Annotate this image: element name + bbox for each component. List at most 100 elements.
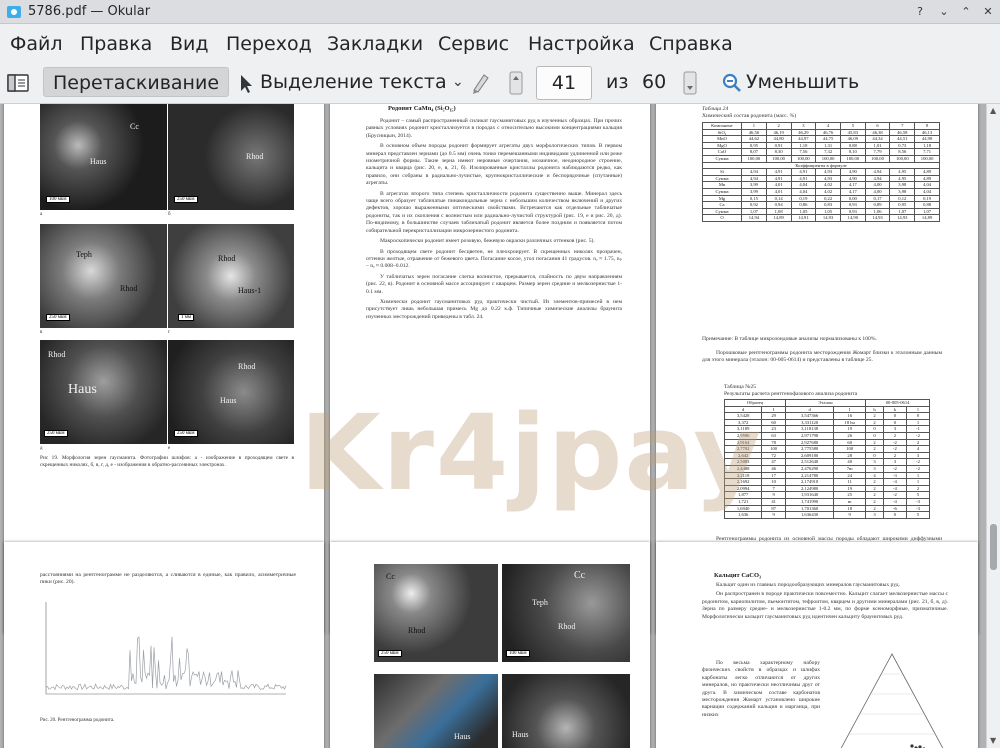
menu-edit[interactable]: Правка	[80, 33, 152, 55]
photo-b: Rhod 250 мкм	[168, 104, 294, 210]
scale-bar: 250 мкм	[174, 196, 198, 203]
chevron-down-icon[interactable]: ⌄	[452, 74, 464, 90]
table-cell: -2	[882, 491, 907, 499]
menu-bookmarks[interactable]: Закладки	[327, 33, 423, 55]
photo-label: Rhod	[408, 626, 426, 635]
photo-label: Teph	[76, 250, 92, 259]
table-cell: 2	[865, 478, 884, 486]
paragraph: расстояниями на рентгенограмме не раздел…	[40, 572, 296, 586]
okular-app-icon	[7, 6, 21, 18]
minimize-icon[interactable]: ⌄	[936, 4, 952, 20]
table-cell: 4,01	[765, 187, 792, 196]
sidebar-toggle-icon[interactable]	[7, 72, 29, 94]
table-cell: 4,95	[889, 168, 916, 176]
table-cell: 3	[865, 458, 884, 466]
table-cell: 18 bu	[833, 418, 867, 427]
text-select-tool-button[interactable]: Выделение текста	[260, 67, 447, 97]
table-cell: 4,04	[914, 181, 940, 189]
table-cell: Сумма	[701, 154, 743, 163]
page-43: расстояниями на рентгенограмме не раздел…	[4, 542, 324, 748]
table-cell: 5	[839, 122, 866, 130]
scroll-down-icon[interactable]: ▼	[990, 736, 996, 745]
document-viewport[interactable]: Cc Haus 100 мкм Rhod 250 мкм a б Teph Rh…	[0, 104, 986, 748]
table-group-header: Эталон	[784, 399, 867, 407]
scrollbar-thumb[interactable]	[990, 524, 997, 570]
table-cell: 0	[905, 412, 931, 420]
table-cell: 46,09	[839, 135, 866, 143]
section-heading: Кальцит CaCO₃	[714, 572, 761, 579]
table-cell: 2,174910	[784, 478, 835, 486]
help-icon[interactable]: ?	[912, 4, 928, 20]
table-cell: 1,18	[790, 141, 817, 150]
photo-label: Rhod	[218, 254, 236, 263]
menu-view[interactable]: Вид	[170, 33, 209, 55]
table-cell: 2,512640	[784, 458, 835, 466]
table-cell: -2	[882, 445, 907, 453]
table-cell: 2,476290	[784, 464, 835, 473]
table-cell: 0,73	[889, 141, 916, 150]
table-cell: 2	[865, 445, 884, 453]
menu-help[interactable]: Справка	[649, 33, 733, 55]
vertical-scrollbar[interactable]: ▲ ▼	[986, 104, 1000, 748]
table-cell: 3	[865, 511, 884, 519]
zoom-out-button[interactable]: Уменьшить	[746, 67, 859, 97]
page-45: Кальцит CaCO₃ Кальцит один из главных по…	[656, 542, 978, 748]
table-cell: O	[701, 214, 743, 222]
photo-label: Cc	[574, 570, 586, 581]
table-cell: -2	[905, 431, 931, 440]
table-cell: 4,91	[765, 174, 792, 183]
menu-settings[interactable]: Настройка	[528, 33, 635, 55]
figure-caption: Рис 19. Морфология зерен гаусманита. Фот…	[40, 455, 294, 468]
paragraph: Родонит – самый распространенный силикат…	[366, 118, 622, 324]
table-cell: -3	[905, 497, 931, 506]
table-cell: -4	[882, 497, 907, 506]
page-number-input[interactable]: 41	[536, 66, 592, 100]
table-cell: 2	[865, 497, 884, 506]
table-cell: -4	[882, 484, 907, 493]
photo-label: Haus	[90, 157, 107, 166]
paragraph: Химически родонит гаусманитовых руд прак…	[366, 298, 622, 320]
table-cell: 4	[865, 471, 884, 480]
photo-label: Haus	[68, 382, 97, 397]
table-cell: 0,19	[790, 194, 817, 203]
maximize-icon[interactable]: ⌃	[958, 4, 974, 20]
menu-go[interactable]: Переход	[226, 33, 312, 55]
annotation-pen-icon[interactable]	[470, 70, 494, 96]
photo-label: Rhod	[238, 362, 256, 371]
table-cell: 2	[865, 412, 884, 420]
table-row: Компонент 1 2 3 4 5 6 7 8	[701, 122, 940, 130]
table-cell: 46,38	[864, 128, 891, 137]
menu-tools[interactable]: Сервис	[438, 33, 509, 55]
menu-bar: Файл Правка Вид Переход Закладки Сервис …	[0, 24, 1000, 62]
table-subheader: Коэффициенты в формуле	[702, 161, 940, 170]
table-title: Химический состав родонита (масс. %)	[702, 113, 797, 119]
table-cell: Si	[701, 168, 743, 176]
table-cell: 3	[865, 464, 884, 473]
table-cell: 0,14	[765, 194, 792, 203]
table-cell: 28	[833, 451, 867, 460]
table-cell: 1,06	[864, 207, 891, 216]
table-row: Si 4,94 4,91 4,91 4,93 4,90 4,94 4,95 4,89	[701, 168, 940, 176]
figure-caption: Рис. 20. Рентгенограмма родонита.	[40, 718, 115, 723]
close-icon[interactable]: ✕	[980, 4, 996, 20]
table-row: Сумма 4,94 4,91 4,91 4,93 4,90 4,94 4,95 4,89	[701, 174, 940, 183]
table-cell: 1,931640	[784, 491, 835, 499]
scale-bar: 100 мкм	[506, 650, 530, 657]
next-page-icon[interactable]	[682, 70, 698, 96]
table-cell: 2	[882, 451, 907, 460]
table-cell: 100	[761, 445, 786, 453]
table-cell: 4,90	[839, 174, 866, 183]
table-cell: 3,547366	[784, 412, 835, 420]
table-cell: 6	[864, 122, 891, 130]
table-cell: 100,00	[839, 154, 866, 163]
table-cell: 0,19	[914, 194, 940, 203]
page-of-label: из	[606, 71, 629, 93]
table-cell: 4,89	[914, 168, 940, 176]
scroll-up-icon[interactable]: ▲	[990, 106, 996, 115]
menu-file[interactable]: Файл	[10, 33, 63, 55]
table-cell: 1	[905, 418, 931, 427]
previous-page-icon[interactable]	[508, 70, 524, 96]
table-cell: -2	[905, 458, 931, 466]
table-cell: 3,99	[741, 181, 767, 189]
browse-tool-button[interactable]: Перетаскивание	[43, 67, 230, 97]
